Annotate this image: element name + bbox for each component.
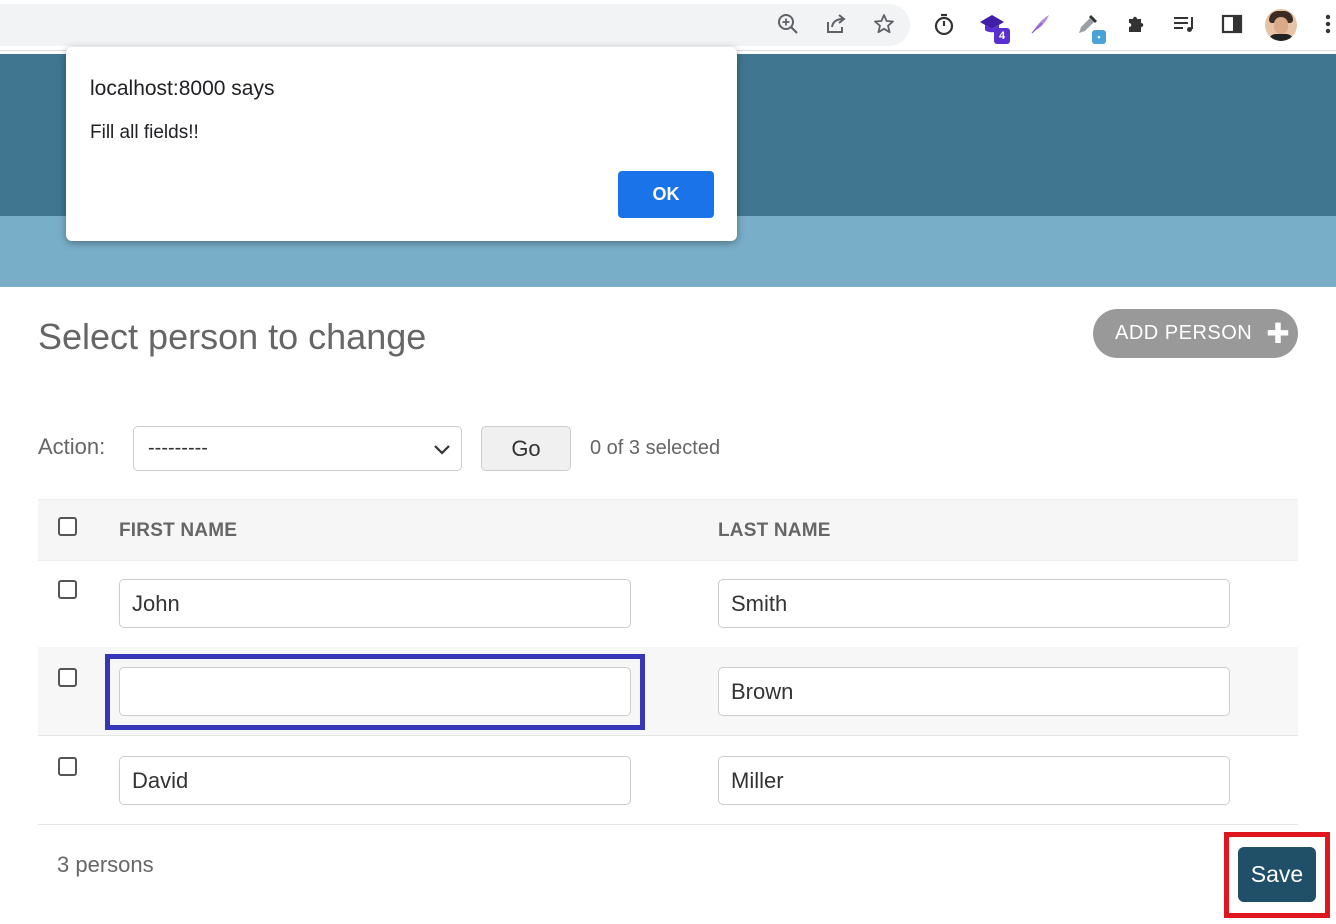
extension-eyedropper-icon[interactable]: •: [1074, 10, 1106, 44]
row-checkbox[interactable]: [58, 757, 77, 776]
column-header-first-name[interactable]: FIRST NAME: [119, 520, 237, 542]
action-select[interactable]: ---------: [133, 426, 462, 471]
action-label: Action:: [38, 434, 106, 459]
first-name-input[interactable]: [119, 579, 631, 628]
page-title: Select person to change: [38, 316, 427, 357]
add-person-label: ADD PERSON: [1115, 322, 1253, 344]
row-checkbox[interactable]: [58, 580, 77, 599]
selection-counter: 0 of 3 selected: [590, 437, 721, 459]
dialog-message: Fill all fields!!: [90, 122, 199, 143]
table-row: [38, 736, 1298, 825]
plus-icon: ✚: [1266, 317, 1291, 349]
side-panel-icon[interactable]: [1218, 10, 1246, 38]
bookmark-star-icon[interactable]: [870, 10, 898, 38]
browser-toolbar: 4 •: [0, 0, 1336, 51]
dialog-ok-button[interactable]: OK: [618, 171, 714, 218]
browser-menu-icon[interactable]: [1314, 10, 1336, 38]
result-count: 3 persons: [57, 852, 154, 877]
zoom-icon[interactable]: [774, 10, 802, 38]
select-all-checkbox[interactable]: [58, 517, 77, 536]
extensions-puzzle-icon[interactable]: [1122, 10, 1150, 38]
last-name-input[interactable]: [718, 579, 1230, 628]
save-button[interactable]: Save: [1238, 847, 1316, 902]
extension-feather-icon[interactable]: [1026, 10, 1054, 38]
last-name-input[interactable]: [718, 667, 1230, 716]
first-name-input[interactable]: [119, 756, 631, 805]
last-name-input[interactable]: [718, 756, 1230, 805]
table-header: FIRST NAME LAST NAME: [38, 499, 1298, 561]
extension-graduation-icon[interactable]: 4: [978, 10, 1010, 44]
extension-badge: 4: [994, 28, 1010, 44]
reading-list-icon[interactable]: [1170, 10, 1198, 38]
eyedropper-badge-icon: •: [1092, 30, 1106, 44]
table-row: [38, 559, 1298, 648]
timer-icon[interactable]: [930, 10, 958, 38]
chevron-down-icon: [433, 439, 451, 465]
column-header-last-name[interactable]: LAST NAME: [718, 520, 831, 542]
action-select-value: ---------: [148, 437, 208, 459]
add-person-button[interactable]: ADD PERSON ✚: [1093, 309, 1298, 358]
alert-dialog: localhost:8000 says Fill all fields!! OK: [66, 47, 737, 241]
profile-avatar[interactable]: [1265, 9, 1297, 41]
share-icon[interactable]: [822, 10, 850, 38]
row-checkbox[interactable]: [58, 668, 77, 687]
first-name-input[interactable]: [119, 667, 631, 716]
go-button[interactable]: Go: [481, 426, 571, 471]
table-row: [38, 647, 1298, 736]
dialog-title: localhost:8000 says: [90, 77, 275, 100]
